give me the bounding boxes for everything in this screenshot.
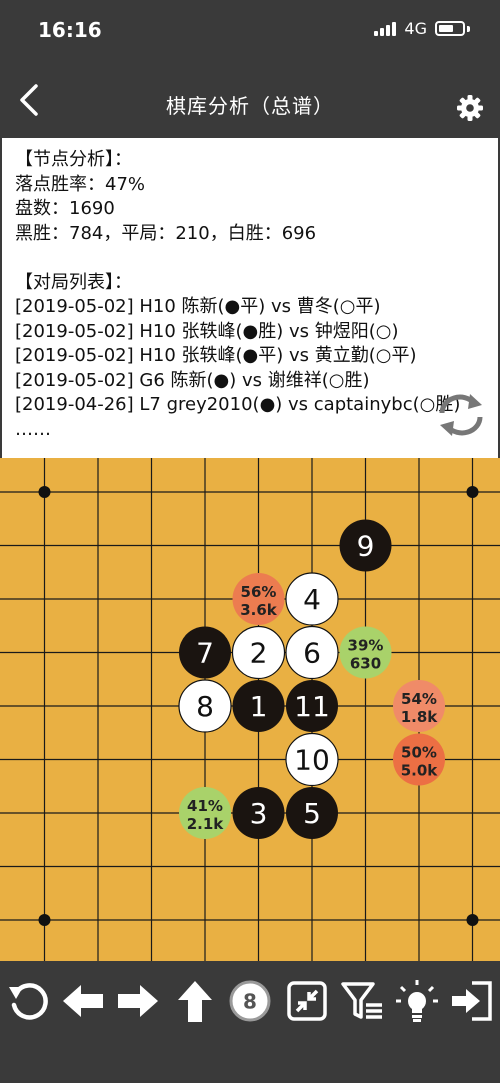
white-stone[interactable]: 4 [285, 572, 339, 626]
game-list-item[interactable]: [2019-05-02] H10 陈新(●平) vs 曹冬(○平) [15, 295, 498, 320]
section-heading-game-list: 【对局列表】： [15, 271, 132, 293]
settings-button[interactable] [456, 94, 484, 122]
more-ellipsis: …… [15, 418, 51, 440]
filter-icon [341, 982, 382, 1019]
candidate-win-rate: 39% [348, 637, 384, 655]
nav-bar: 棋库分析（总谱） [0, 62, 500, 138]
black-stone[interactable]: 7 [179, 626, 231, 679]
signal-icon [374, 21, 397, 36]
status-time: 16:16 [38, 18, 102, 42]
candidate-move-marker[interactable]: 41%2.1k [179, 787, 231, 839]
game-list-item[interactable]: [2019-05-02] H10 张轶峰(●平) vs 黄立勤(○平) [15, 344, 498, 369]
game-list-item[interactable]: [2019-05-02] H10 张轶峰(●胜) vs 钟煜阳(○) [15, 320, 498, 345]
black-stone[interactable]: 1 [232, 680, 285, 732]
undo-button[interactable] [6, 979, 50, 1023]
hint-count-label: 8 [243, 990, 257, 1014]
candidate-game-count: 2.1k [187, 815, 225, 833]
arrow-right-icon [118, 985, 158, 1017]
hint-button[interactable] [395, 979, 439, 1023]
white-stone[interactable]: 8 [178, 679, 232, 733]
previous-move-button[interactable] [61, 979, 105, 1023]
candidate-move-marker[interactable]: 56%3.6k [232, 573, 285, 625]
network-label: 4G [404, 19, 427, 38]
candidate-win-rate: 41% [187, 797, 223, 815]
candidate-win-rate: 50% [401, 744, 437, 762]
go-board[interactable]: 56% 3.6k 39% 630 54% 1.8k 50% 5.0k 41% 2.1k 1 2 3 4 5 6… [0, 458, 500, 961]
star-point [466, 486, 479, 498]
status-bar: 16:16 4G [0, 0, 500, 62]
arrow-left-icon [63, 985, 103, 1017]
move-number: 4 [303, 583, 321, 616]
candidate-game-count: 1.8k [401, 708, 439, 726]
move-number: 7 [196, 637, 214, 670]
move-number: 9 [357, 530, 375, 563]
rotate-icon [9, 983, 48, 1020]
move-number: 1 [250, 690, 268, 723]
move-number: 2 [250, 637, 268, 670]
move-number: 8 [196, 690, 214, 723]
star-point [38, 914, 51, 926]
black-stone[interactable]: 11 [286, 680, 338, 732]
candidate-move-marker[interactable]: 39%630 [339, 626, 392, 679]
page-title: 棋库分析（总谱） [166, 94, 334, 118]
battery-tip [467, 25, 470, 32]
arrow-up-icon [178, 981, 212, 1022]
candidate-win-rate: 56% [241, 583, 277, 601]
star-point [466, 914, 479, 926]
analysis-panel: 【节点分析】： 落点胜率：47% 盘数：1690 黑胜：784，平局：210，白… [2, 138, 498, 458]
hint-count-button[interactable]: 8 [228, 979, 272, 1023]
exit-icon [452, 981, 492, 1021]
game-list-item[interactable]: [2019-04-26] L7 grey2010(●) vs captainyb… [15, 393, 498, 418]
star-point [38, 486, 51, 498]
collapse-icon [287, 981, 327, 1021]
battery-icon [435, 21, 465, 36]
move-number: 10 [294, 744, 330, 777]
move-number: 11 [294, 690, 330, 723]
next-move-button[interactable] [116, 979, 160, 1023]
candidate-game-count: 630 [350, 655, 381, 673]
move-number: 3 [250, 797, 268, 830]
gear-icon [457, 95, 483, 121]
bottom-toolbar: 8 [0, 961, 500, 1083]
move-number: 5 [303, 797, 321, 830]
refresh-button[interactable] [432, 391, 490, 439]
section-heading-node-analysis: 【节点分析】： [15, 149, 132, 170]
win-rate-text: 落点胜率：47% [15, 173, 146, 195]
black-stone[interactable]: 3 [232, 787, 285, 839]
black-stone[interactable]: 5 [286, 787, 338, 839]
board-canvas[interactable]: 56%3.6k39%63054%1.8k50%5.0k41%2.1k123456… [0, 458, 500, 961]
game-list-item[interactable]: [2019-05-02] G6 陈新(●) vs 谢维祥(○胜) [15, 369, 498, 394]
refresh-icon [439, 394, 483, 436]
exit-button[interactable] [450, 979, 494, 1023]
candidate-game-count: 5.0k [401, 762, 439, 780]
candidate-move-marker[interactable]: 54%1.8k [393, 680, 445, 732]
move-number: 6 [303, 637, 321, 670]
lightbulb-icon [396, 980, 438, 1022]
candidate-game-count: 3.6k [240, 601, 278, 619]
white-stone[interactable]: 6 [285, 625, 339, 680]
status-indicators: 4G [374, 19, 470, 38]
back-to-start-button[interactable] [173, 979, 217, 1023]
candidate-move-marker[interactable]: 50%5.0k [393, 733, 445, 786]
white-stone[interactable]: 10 [285, 732, 339, 787]
game-count-text: 盘数：1690 [15, 198, 115, 219]
results-text: 黑胜：784，平局：210，白胜：696 [15, 222, 317, 244]
white-stone[interactable]: 2 [231, 625, 286, 680]
filter-button[interactable] [340, 979, 384, 1023]
shrink-button[interactable] [285, 979, 329, 1023]
black-stone[interactable]: 9 [339, 519, 392, 572]
count-badge-icon: 8 [229, 980, 271, 1022]
candidate-win-rate: 54% [401, 690, 437, 708]
